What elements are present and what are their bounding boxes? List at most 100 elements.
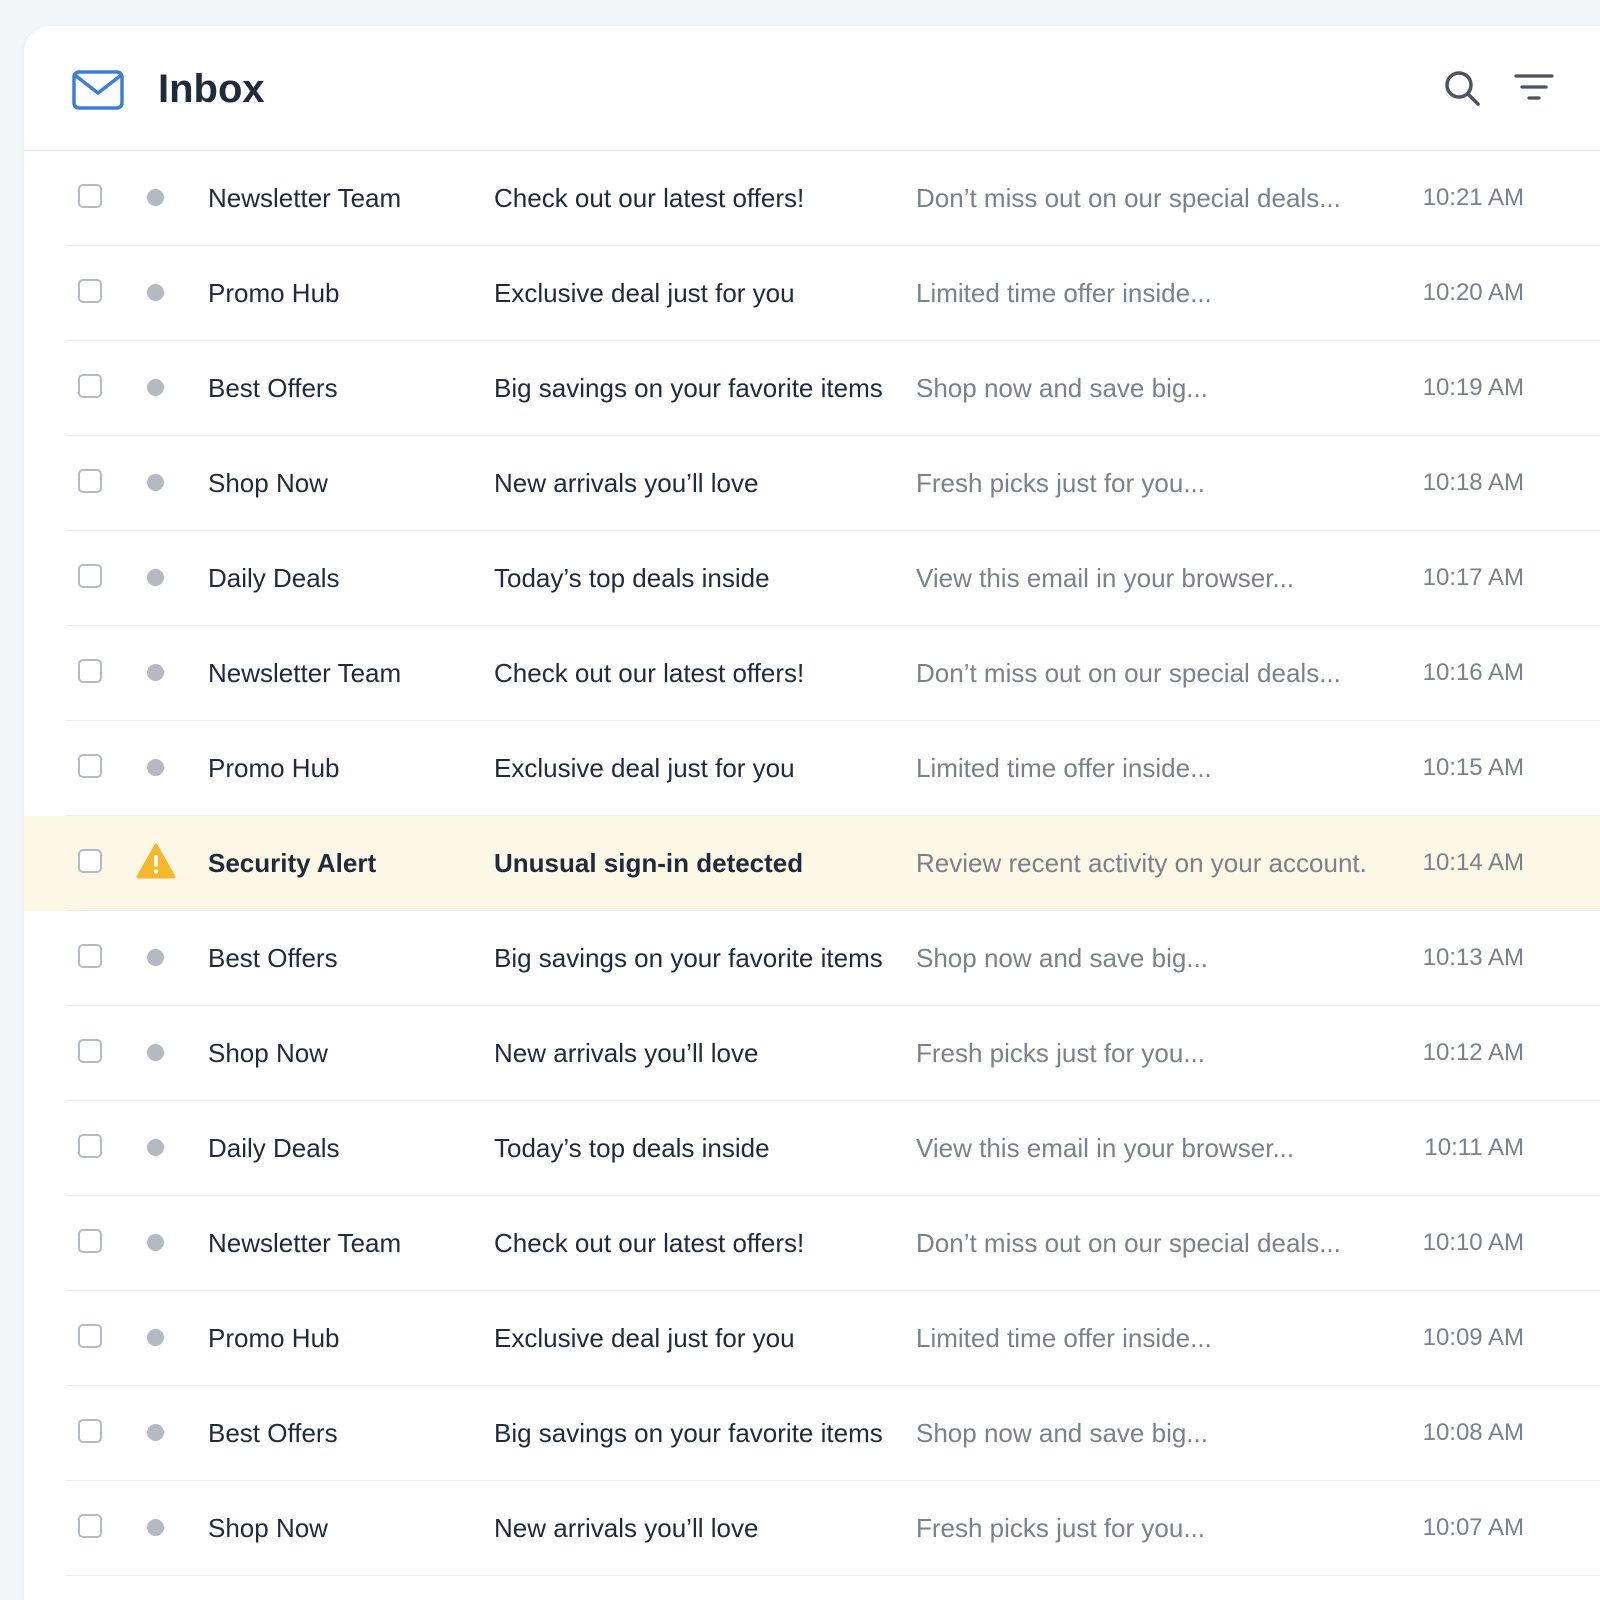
row-checkbox[interactable] bbox=[78, 469, 102, 493]
row-checkbox[interactable] bbox=[78, 374, 102, 398]
email-preview: Don’t miss out on our special deals... bbox=[916, 183, 1341, 213]
unread-dot-icon bbox=[147, 949, 164, 966]
email-preview: Shop now and save big... bbox=[916, 1418, 1208, 1448]
unread-dot-icon bbox=[147, 1044, 164, 1061]
filter-icon bbox=[1514, 74, 1554, 100]
unread-dot-icon bbox=[147, 759, 164, 776]
email-sender: Daily Deals bbox=[208, 563, 340, 593]
email-preview: Limited time offer inside... bbox=[916, 753, 1212, 783]
email-row-13[interactable]: Best Offers Big savings on your favorite… bbox=[24, 1386, 1600, 1481]
unread-dot-icon bbox=[147, 1139, 164, 1156]
email-sender: Best Offers bbox=[208, 373, 338, 403]
row-checkbox[interactable] bbox=[78, 1134, 102, 1158]
email-subject: Big savings on your favorite items bbox=[494, 373, 883, 403]
email-preview: Review recent activity on your account. bbox=[916, 848, 1367, 878]
email-row-8[interactable]: Best Offers Big savings on your favorite… bbox=[24, 911, 1600, 1006]
unread-dot-icon bbox=[147, 474, 164, 491]
email-subject: New arrivals you’ll love bbox=[494, 1513, 759, 1543]
email-sender: Security Alert bbox=[208, 848, 377, 878]
email-time: 10:13 AM bbox=[1422, 944, 1524, 971]
email-sender: Promo Hub bbox=[208, 753, 340, 783]
email-subject: Big savings on your favorite items bbox=[494, 943, 883, 973]
email-subject: Today’s top deals inside bbox=[494, 563, 770, 593]
email-preview: Fresh picks just for you... bbox=[916, 1038, 1205, 1068]
email-row-6[interactable]: Promo Hub Exclusive deal just for you Li… bbox=[24, 721, 1600, 816]
row-checkbox[interactable] bbox=[78, 849, 102, 873]
email-subject: Check out our latest offers! bbox=[494, 183, 805, 213]
email-row-11[interactable]: Newsletter Team Check out our latest off… bbox=[24, 1196, 1600, 1291]
email-subject: Exclusive deal just for you bbox=[494, 278, 795, 308]
row-checkbox[interactable] bbox=[78, 564, 102, 588]
email-sender: Newsletter Team bbox=[208, 1228, 402, 1258]
email-sender: Newsletter Team bbox=[208, 658, 402, 688]
email-preview: Limited time offer inside... bbox=[916, 1323, 1212, 1353]
inbox-panel: Inbox Newsletter Team Check out our late… bbox=[24, 26, 1600, 1600]
row-checkbox[interactable] bbox=[78, 184, 102, 208]
email-time: 10:15 AM bbox=[1422, 754, 1524, 781]
email-row-1[interactable]: Promo Hub Exclusive deal just for you Li… bbox=[24, 246, 1600, 341]
email-preview: Fresh picks just for you... bbox=[916, 468, 1205, 498]
email-time: 10:07 AM bbox=[1422, 1514, 1524, 1541]
email-preview: View this email in your browser... bbox=[916, 1133, 1295, 1163]
email-preview: Shop now and save big... bbox=[916, 943, 1208, 973]
row-checkbox[interactable] bbox=[78, 754, 102, 778]
email-subject: Exclusive deal just for you bbox=[494, 753, 795, 783]
row-checkbox[interactable] bbox=[78, 1229, 102, 1253]
email-time: 10:12 AM bbox=[1422, 1039, 1524, 1066]
row-checkbox[interactable] bbox=[78, 659, 102, 683]
email-row-10[interactable]: Daily Deals Today’s top deals inside Vie… bbox=[24, 1101, 1600, 1196]
row-checkbox[interactable] bbox=[78, 1324, 102, 1348]
unread-dot-icon bbox=[147, 1424, 164, 1441]
row-checkbox[interactable] bbox=[78, 1419, 102, 1443]
email-time: 10:09 AM bbox=[1422, 1324, 1524, 1351]
email-row-4[interactable]: Daily Deals Today’s top deals inside Vie… bbox=[24, 531, 1600, 626]
email-time: 10:21 AM bbox=[1422, 184, 1524, 211]
email-time: 10:14 AM bbox=[1422, 849, 1524, 876]
unread-dot-icon bbox=[147, 664, 164, 681]
row-checkbox[interactable] bbox=[78, 1514, 102, 1538]
unread-dot-icon bbox=[147, 284, 164, 301]
email-preview: Fresh picks just for you... bbox=[916, 1513, 1205, 1543]
email-sender: Newsletter Team bbox=[208, 183, 402, 213]
email-time: 10:16 AM bbox=[1422, 659, 1524, 686]
email-subject: New arrivals you’ll love bbox=[494, 1038, 759, 1068]
email-time: 10:10 AM bbox=[1422, 1229, 1524, 1256]
email-time: 10:18 AM bbox=[1422, 469, 1524, 496]
page-title: Inbox bbox=[158, 67, 265, 111]
row-checkbox[interactable] bbox=[78, 1039, 102, 1063]
email-subject: Check out our latest offers! bbox=[494, 658, 805, 688]
email-subject: Exclusive deal just for you bbox=[494, 1323, 795, 1353]
email-row-5[interactable]: Newsletter Team Check out our latest off… bbox=[24, 626, 1600, 721]
row-checkbox[interactable] bbox=[78, 944, 102, 968]
email-time: 10:11 AM bbox=[1424, 1134, 1524, 1161]
unread-dot-icon bbox=[147, 1519, 164, 1536]
email-subject: Today’s top deals inside bbox=[494, 1133, 770, 1163]
email-sender: Promo Hub bbox=[208, 1323, 340, 1353]
email-preview: Don’t miss out on our special deals... bbox=[916, 658, 1341, 688]
email-sender: Best Offers bbox=[208, 943, 338, 973]
email-sender: Daily Deals bbox=[208, 1133, 340, 1163]
email-row-14[interactable]: Shop Now New arrivals you’ll love Fresh … bbox=[24, 1481, 1600, 1576]
search-button[interactable] bbox=[1442, 68, 1482, 108]
email-sender: Shop Now bbox=[208, 468, 328, 498]
email-subject: Big savings on your favorite items bbox=[494, 1418, 883, 1448]
email-sender: Best Offers bbox=[208, 1418, 338, 1448]
unread-dot-icon bbox=[147, 569, 164, 586]
email-row-9[interactable]: Shop Now New arrivals you’ll love Fresh … bbox=[24, 1006, 1600, 1101]
email-row-7[interactable]: Security Alert Unusual sign-in detected … bbox=[24, 816, 1600, 911]
email-preview: View this email in your browser... bbox=[916, 563, 1295, 593]
unread-dot-icon bbox=[147, 189, 164, 206]
email-sender: Promo Hub bbox=[208, 278, 340, 308]
row-checkbox[interactable] bbox=[78, 279, 102, 303]
email-time: 10:08 AM bbox=[1422, 1419, 1524, 1446]
email-subject: Check out our latest offers! bbox=[494, 1228, 805, 1258]
filter-button[interactable] bbox=[1514, 68, 1554, 108]
email-subject: New arrivals you’ll love bbox=[494, 468, 759, 498]
email-row-0[interactable]: Newsletter Team Check out our latest off… bbox=[24, 151, 1600, 246]
email-row-2[interactable]: Best Offers Big savings on your favorite… bbox=[24, 341, 1600, 436]
email-time: 10:19 AM bbox=[1422, 374, 1524, 401]
email-row-12[interactable]: Promo Hub Exclusive deal just for you Li… bbox=[24, 1291, 1600, 1386]
email-sender: Shop Now bbox=[208, 1038, 328, 1068]
email-row-3[interactable]: Shop Now New arrivals you’ll love Fresh … bbox=[24, 436, 1600, 531]
inbox-header: Inbox bbox=[24, 26, 1600, 151]
